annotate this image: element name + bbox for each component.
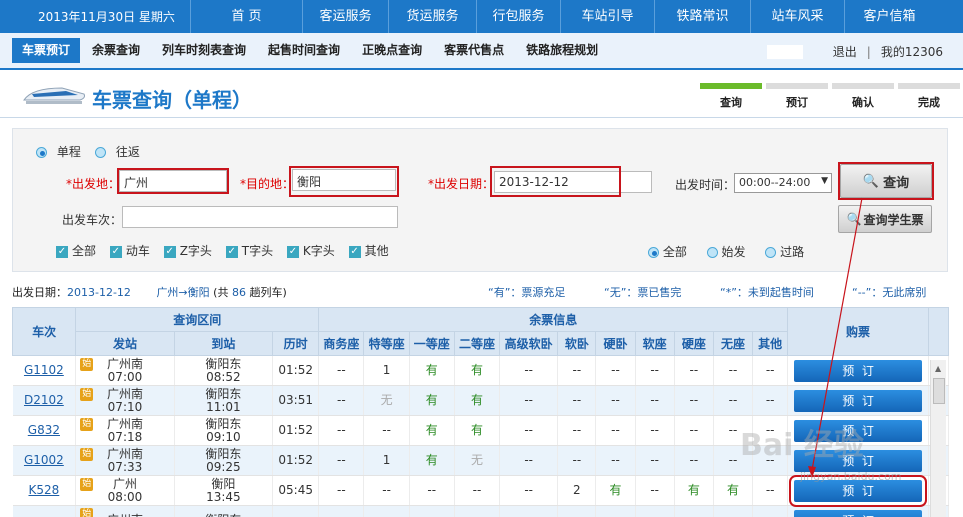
watermark-url: jingyan.baidu.com	[800, 470, 902, 483]
watermark: Bai 经验	[740, 428, 864, 463]
